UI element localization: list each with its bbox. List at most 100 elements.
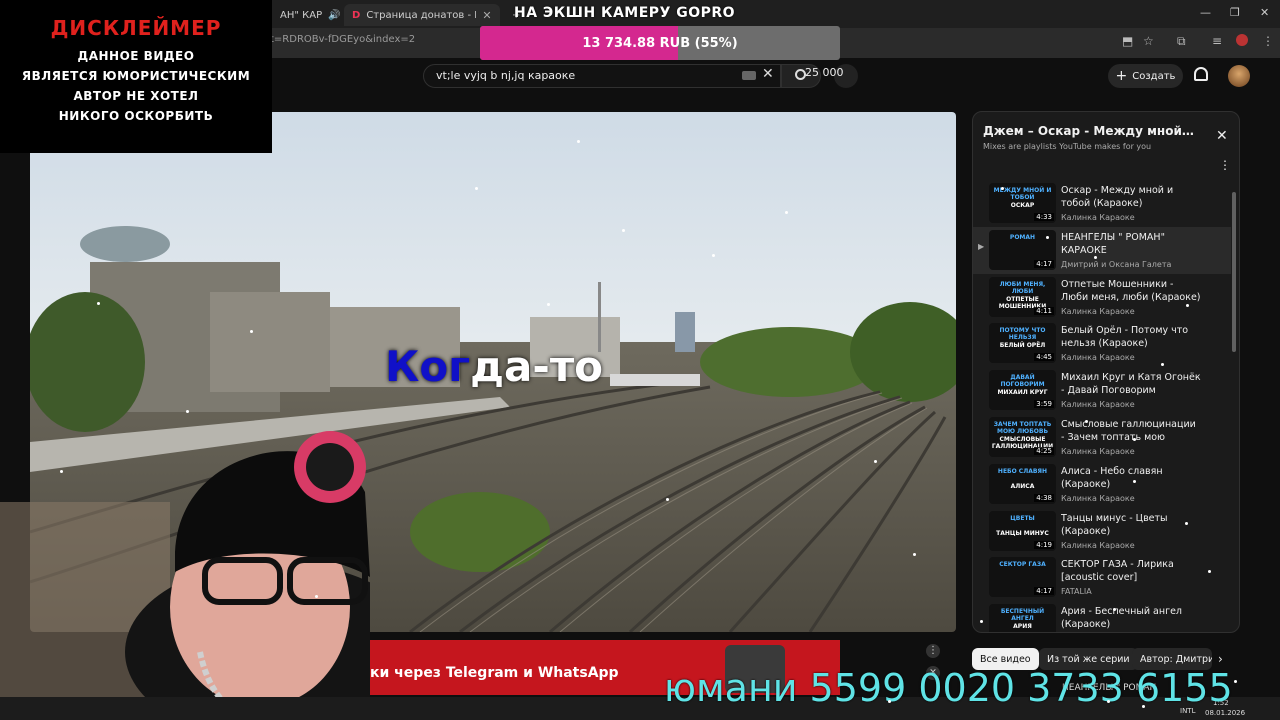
video-thumbnail[interactable]: ЗАЧЕМ ТОПТАТЬ МОЮ ЛЮБОВЬ СМЫСЛОВЫЕ ГАЛЛЮЦ…	[989, 416, 1056, 457]
playlist-scrollbar[interactable]	[1232, 192, 1236, 352]
clear-search-icon[interactable]: ✕	[762, 66, 774, 82]
profile-icon[interactable]	[1236, 34, 1248, 46]
thumbnail-title: МЕЖДУ МНОЙ И ТОБОЙ	[993, 187, 1052, 201]
thumbnail-title: БЕСПЕЧНЫЙ АНГЕЛ	[1000, 608, 1045, 623]
video-title[interactable]: Танцы минус - Цветы (Караоке)	[1061, 512, 1201, 538]
more-options-icon[interactable]: ⋮	[1219, 158, 1231, 172]
video-title[interactable]: Отпетые Мошенники - Люби меня, люби (Кар…	[1061, 278, 1201, 304]
channel-name[interactable]: Калинка Караоке	[1061, 213, 1135, 222]
playlist-item[interactable]: МЕЖДУ МНОЙ И ТОБОЙ ОСКАР 4:33 Оскар - Между…	[973, 180, 1231, 227]
thumbnail-artist: АЛИСА	[1010, 482, 1035, 490]
video-title[interactable]: Ария - Беспечный ангел (Караоке)	[1061, 605, 1201, 631]
video-duration: 3:59	[1034, 400, 1054, 409]
url-field[interactable]: t=RDROBv-fDGEyo&index=2	[270, 34, 415, 52]
video-title[interactable]: Белый Орёл - Потому что нельзя (Караоке)	[1061, 324, 1201, 350]
video-title[interactable]: Оскар - Между мной и тобой (Караоке)	[1061, 184, 1201, 210]
window-close-icon[interactable]: ✕	[1260, 6, 1269, 19]
minimize-icon[interactable]: —	[1200, 6, 1211, 19]
channel-name[interactable]: Калинка Караоке	[1061, 494, 1135, 503]
channel-name[interactable]: Калинка Караоке	[1061, 307, 1135, 316]
create-button[interactable]: + Создать	[1108, 64, 1183, 88]
video-thumbnail[interactable]: РОМАН 4:17	[989, 229, 1056, 270]
playlist-items: МЕЖДУ МНОЙ И ТОБОЙ ОСКАР 4:33 Оскар - Между…	[973, 180, 1231, 632]
close-tab-icon[interactable]: ✕	[482, 9, 491, 22]
notifications-bell-icon[interactable]	[1194, 67, 1208, 81]
video-thumbnail[interactable]: НЕБО СЛАВЯН АЛИСА 4:38	[989, 463, 1056, 504]
donation-progress-bar: 13 734.88 RUB (55%)	[480, 26, 840, 60]
thumbnail-title: ЦВЕТЫ	[1010, 514, 1035, 522]
video-thumbnail[interactable]: ЛЮБИ МЕНЯ, ЛЮБИ ОТПЕТЫЕ МОШЕННИКИ 4:11	[989, 276, 1056, 317]
bookmark-star-icon[interactable]: ☆	[1143, 34, 1154, 48]
video-thumbnail[interactable]: МЕЖДУ МНОЙ И ТОБОЙ ОСКАР 4:33	[989, 183, 1056, 223]
install-app-icon[interactable]: ⬒	[1122, 34, 1133, 48]
create-label: Создать	[1132, 70, 1176, 82]
playlist-item[interactable]: ▶ РОМАН 4:17 НЕАНГЕЛЫ " РОМАН" КАРАОКЕ Дмитр…	[973, 226, 1231, 274]
video-title[interactable]: Смысловые галлюцинации - Зачем топтать м…	[1061, 418, 1201, 445]
thumbnail-artist: АРИЯ	[1013, 623, 1032, 631]
playlist-item[interactable]: ЦВЕТЫ ТАНЦЫ МИНУС 4:19 Танцы минус - Цветы …	[973, 508, 1231, 555]
video-thumbnail[interactable]: СЕКТОР ГАЗА 4:17	[989, 557, 1056, 598]
thumbnail-title: ДАВАЙ ПОГОВОРИМ	[1000, 374, 1045, 389]
channel-name[interactable]: Калинка Караоке	[1061, 353, 1135, 362]
video-duration: 4:45	[1034, 353, 1054, 362]
playlist-item[interactable]: НЕБО СЛАВЯН АЛИСА 4:38 Алиса - Небо славян …	[973, 461, 1231, 508]
thumbnail-title: ЛЮБИ МЕНЯ, ЛЮБИ	[999, 280, 1046, 295]
disclaimer-line: НИКОГО ОСКОРБИТЬ	[58, 109, 214, 123]
video-thumbnail[interactable]: ЦВЕТЫ ТАНЦЫ МИНУС 4:19	[989, 510, 1056, 551]
video-title[interactable]: Алиса - Небо славян (Караоке)	[1061, 465, 1201, 491]
channel-name[interactable]: Калинка Караоке	[1061, 400, 1135, 409]
video-thumbnail[interactable]: ПОТОМУ ЧТО НЕЛЬЗЯ БЕЛЫЙ ОРЁЛ 4:45	[989, 323, 1056, 364]
taskbar-date[interactable]: 08.01.2026	[1205, 709, 1245, 717]
playlist-title[interactable]: Джем – Оскар - Между мной и...	[983, 124, 1198, 138]
donation-goal-title: НА ЭКШН КАМЕРУ GOPRO	[514, 5, 736, 21]
browser-tab-donation[interactable]: D Страница донатов - Donation ✕	[344, 4, 500, 26]
video-duration: 4:11	[1034, 306, 1054, 315]
video-duration: 4:38	[1034, 493, 1054, 502]
video-thumbnail[interactable]: ДАВАЙ ПОГОВОРИМ МИХАИЛ КРУГ 3:59	[989, 370, 1056, 411]
close-playlist-icon[interactable]: ✕	[1216, 128, 1228, 144]
chevron-right-icon[interactable]: ›	[1218, 652, 1223, 666]
overlay-counter: 25 000	[805, 66, 844, 79]
ad-more-icon[interactable]: ⋮	[926, 644, 940, 658]
thumbnail-title: РОМАН	[1009, 233, 1036, 241]
channel-name[interactable]: Калинка Караоке	[1061, 447, 1135, 456]
channel-name[interactable]: Калинка Караоке	[1061, 541, 1135, 550]
karaoke-lyrics: Когда-то	[385, 342, 603, 391]
avatar[interactable]	[1228, 65, 1250, 87]
video-duration: 4:17	[1034, 587, 1054, 596]
now-playing-icon: ▶	[978, 241, 985, 251]
maximize-icon[interactable]: ❐	[1230, 6, 1240, 19]
tab-label: АН" КАР	[280, 9, 323, 21]
extensions-icon[interactable]: ⧉	[1177, 34, 1186, 49]
playlist-item[interactable]: ПОТОМУ ЧТО НЕЛЬЗЯ БЕЛЫЙ ОРЁЛ 4:45 Белый Орё…	[973, 320, 1231, 367]
thumbnail-title: НЕБО СЛАВЯН	[997, 467, 1048, 475]
playlist-item[interactable]: БЕСПЕЧНЫЙ АНГЕЛАРИЯ4:04Ария - Беспечный …	[973, 601, 1231, 632]
playlist-item[interactable]: ДАВАЙ ПОГОВОРИМ МИХАИЛ КРУГ 3:59 Михаил Кру…	[973, 367, 1231, 414]
donationalerts-icon: D	[352, 9, 361, 21]
ad-text: ки через Telegram и WhatsApp	[370, 665, 619, 681]
browser-tab-karaoke[interactable]: АН" КАР 🔊 ✕	[272, 4, 344, 26]
browser-menu-icon[interactable]: ⋮	[1262, 34, 1274, 48]
streamer-webcam	[0, 431, 370, 720]
video-title[interactable]: НЕАНГЕЛЫ " РОМАН" КАРАОКЕ	[1061, 231, 1201, 257]
thumbnail-artist: ТАНЦЫ МИНУС	[996, 529, 1049, 537]
tab-label: Страница донатов - Donation	[366, 9, 476, 21]
keyboard-icon[interactable]	[742, 71, 756, 80]
channel-name[interactable]: Дмитрий и Оксана Галета	[1061, 260, 1171, 269]
channel-name[interactable]: FATALIA	[1061, 587, 1092, 596]
playlist-item[interactable]: ЗАЧЕМ ТОПТАТЬ МОЮ ЛЮБОВЬ СМЫСЛОВЫЕ ГАЛЛЮЦ…	[973, 414, 1231, 461]
playlist-item[interactable]: ЛЮБИ МЕНЯ, ЛЮБИ ОТПЕТЫЕ МОШЕННИКИ 4:11 Отпе…	[973, 274, 1231, 321]
media-control-icon[interactable]: ≡	[1212, 34, 1222, 48]
search-input[interactable]: vt;le vyjq b nj,jq караоке	[423, 64, 781, 88]
disclaimer-line: ЯВЛЯЕТСЯ ЮМОРИСТИЧЕСКИМ	[21, 69, 251, 83]
video-duration: 4:17	[1034, 259, 1054, 268]
video-duration: 4:33	[1034, 213, 1054, 221]
playlist-item[interactable]: СЕКТОР ГАЗА 4:17 СЕКТОР ГАЗА - Лирика [aco…	[973, 554, 1231, 601]
disclaimer-line: АВТОР НЕ ХОТЕЛ	[73, 89, 199, 103]
thumbnail-artist: БЕЛЫЙ ОРЁЛ	[999, 342, 1046, 350]
disclaimer-title: ДИСКЛЕЙМЕР	[50, 16, 222, 40]
video-title[interactable]: Михаил Круг и Катя Огонёк - Давай Погово…	[1061, 371, 1201, 398]
payment-details-overlay: юмани 5599 0020 3733 6155	[664, 666, 1233, 710]
video-title[interactable]: СЕКТОР ГАЗА - Лирика [acoustic cover] (K…	[1061, 558, 1201, 585]
video-thumbnail[interactable]: БЕСПЕЧНЫЙ АНГЕЛАРИЯ4:04	[989, 604, 1056, 632]
